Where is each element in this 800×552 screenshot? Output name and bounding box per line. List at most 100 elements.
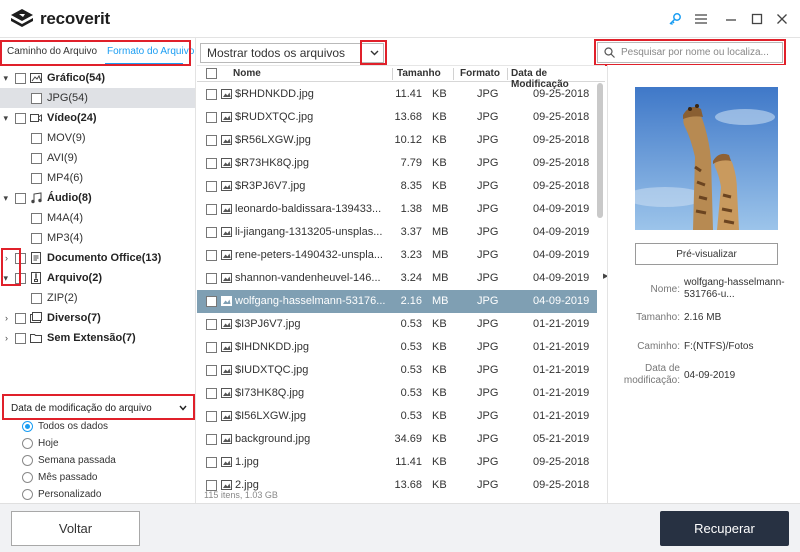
row-checkbox[interactable]: [206, 319, 217, 330]
tree-item[interactable]: JPG(54): [0, 88, 195, 108]
tree-checkbox[interactable]: [15, 252, 26, 264]
row-checkbox[interactable]: [206, 112, 217, 123]
tree-item[interactable]: MP4(6): [0, 168, 195, 188]
table-row[interactable]: background.jpg 34.69 KB JPG 05-21-2019: [197, 428, 597, 451]
table-row[interactable]: $R56LXGW.jpg 10.12 KB JPG 09-25-2018: [197, 129, 597, 152]
date-filter-option[interactable]: Hoje: [22, 435, 59, 451]
tree-checkbox[interactable]: [31, 232, 42, 244]
tree-item[interactable]: ▾ Áudio(8): [0, 188, 195, 208]
row-checkbox[interactable]: [206, 457, 217, 468]
file-list-scrollbar[interactable]: [597, 83, 603, 218]
table-row[interactable]: $RUDXTQC.jpg 13.68 KB JPG 09-25-2018: [197, 106, 597, 129]
table-row[interactable]: $R3PJ6V7.jpg 8.35 KB JPG 09-25-2018: [197, 175, 597, 198]
column-format[interactable]: Formato: [460, 68, 500, 79]
row-checkbox[interactable]: [206, 342, 217, 353]
column-size[interactable]: Tamanho: [397, 68, 441, 79]
date-filter-option[interactable]: Mês passado: [22, 469, 97, 485]
tree-item[interactable]: MOV(9): [0, 128, 195, 148]
tab-file-format[interactable]: Formato do Arquivo: [107, 46, 194, 57]
maximize-icon[interactable]: [748, 10, 766, 28]
chevron-down-icon[interactable]: ▾: [0, 193, 9, 204]
table-row[interactable]: 1.jpg 11.41 KB JPG 09-25-2018: [197, 451, 597, 474]
table-row[interactable]: rene-peters-1490432-unspla... 3.23 MB JPG 04…: [197, 244, 597, 267]
tree-item[interactable]: M4A(4): [0, 208, 195, 228]
back-button[interactable]: Voltar: [11, 511, 140, 546]
file-name: wolfgang-hasselmann-53176...: [235, 295, 385, 307]
tree-checkbox[interactable]: [31, 212, 42, 224]
tree-checkbox[interactable]: [15, 72, 26, 84]
tree-item[interactable]: › Diverso(7): [0, 308, 195, 328]
row-checkbox[interactable]: [206, 158, 217, 169]
chevron-right-icon[interactable]: ›: [0, 333, 9, 343]
tree-checkbox[interactable]: [31, 152, 42, 164]
table-row[interactable]: shannon-vandenheuvel-146... 3.24 MB JPG 04-0…: [197, 267, 597, 290]
table-row[interactable]: $I3PJ6V7.jpg 0.53 KB JPG 01-21-2019: [197, 313, 597, 336]
date-filter-dropdown[interactable]: Data de modificação do arquivo: [5, 397, 193, 419]
chevron-down-icon[interactable]: ▾: [0, 113, 9, 124]
chevron-right-icon[interactable]: ›: [0, 313, 9, 323]
table-row[interactable]: li-jiangang-1313205-unsplas... 3.37 MB JPG 0…: [197, 221, 597, 244]
tree-checkbox[interactable]: [31, 132, 42, 144]
key-icon[interactable]: [666, 10, 684, 28]
tree-item[interactable]: ▾ Vídeo(24): [0, 108, 195, 128]
tree-item[interactable]: ZIP(2): [0, 288, 195, 308]
row-checkbox[interactable]: [206, 89, 217, 100]
row-checkbox[interactable]: [206, 296, 217, 307]
table-row[interactable]: $I56LXGW.jpg 0.53 KB JPG 01-21-2019: [197, 405, 597, 428]
tree-checkbox[interactable]: [15, 192, 26, 204]
table-row[interactable]: $R73HK8Q.jpg 7.79 KB JPG 09-25-2018: [197, 152, 597, 175]
menu-icon[interactable]: [692, 10, 710, 28]
tree-item[interactable]: AVI(9): [0, 148, 195, 168]
tree-item[interactable]: ▾ Gráfico(54): [0, 68, 195, 88]
row-checkbox[interactable]: [206, 388, 217, 399]
tree-checkbox[interactable]: [31, 92, 42, 104]
tree-checkbox[interactable]: [31, 172, 42, 184]
table-row[interactable]: $IHDNKDD.jpg 0.53 KB JPG 01-21-2019: [197, 336, 597, 359]
row-checkbox[interactable]: [206, 250, 217, 261]
file-size-unit: KB: [432, 88, 447, 100]
date-filter-option[interactable]: Todos os dados: [22, 418, 108, 434]
show-files-select[interactable]: Mostrar todos os arquivos: [200, 43, 384, 63]
row-checkbox[interactable]: [206, 227, 217, 238]
radio-button[interactable]: [22, 471, 33, 483]
row-checkbox[interactable]: [206, 411, 217, 422]
tab-file-path[interactable]: Caminho do Arquivo: [7, 46, 97, 57]
row-checkbox[interactable]: [206, 135, 217, 146]
table-row[interactable]: $I73HK8Q.jpg 0.53 KB JPG 01-21-2019: [197, 382, 597, 405]
select-all-checkbox[interactable]: [206, 68, 217, 79]
tree-item[interactable]: › Sem Extensão(7): [0, 328, 195, 348]
date-filter-option[interactable]: Personalizado: [22, 486, 101, 502]
minimize-icon[interactable]: [722, 10, 740, 28]
radio-button[interactable]: [22, 454, 33, 466]
radio-button[interactable]: [22, 420, 33, 432]
close-icon[interactable]: [773, 10, 791, 28]
tree-item[interactable]: › Documento Office(13): [0, 248, 195, 268]
radio-button[interactable]: [22, 437, 33, 449]
table-row[interactable]: wolfgang-hasselmann-53176... 2.16 MB JPG 04-…: [197, 290, 597, 313]
tree-checkbox[interactable]: [15, 112, 26, 124]
tree-item[interactable]: ▾ Arquivo(2): [0, 268, 195, 288]
row-checkbox[interactable]: [206, 273, 217, 284]
chevron-right-icon[interactable]: ›: [0, 253, 9, 263]
table-row[interactable]: $RHDNKDD.jpg 11.41 KB JPG 09-25-2018: [197, 83, 597, 106]
chevron-down-icon[interactable]: ▾: [0, 273, 9, 284]
tree-checkbox[interactable]: [15, 312, 26, 324]
chevron-down-icon[interactable]: [364, 43, 384, 63]
date-filter-option[interactable]: Semana passada: [22, 452, 116, 468]
column-name[interactable]: Nome: [233, 68, 261, 79]
preview-button[interactable]: Pré-visualizar: [635, 243, 778, 265]
table-row[interactable]: leonardo-baldissara-139433... 1.38 MB JPG 04…: [197, 198, 597, 221]
radio-button[interactable]: [22, 488, 33, 500]
row-checkbox[interactable]: [206, 434, 217, 445]
tree-checkbox[interactable]: [31, 292, 42, 304]
tree-checkbox[interactable]: [15, 272, 26, 284]
search-input[interactable]: Pesquisar por nome ou localiza...: [597, 42, 783, 63]
row-checkbox[interactable]: [206, 181, 217, 192]
row-checkbox[interactable]: [206, 204, 217, 215]
row-checkbox[interactable]: [206, 365, 217, 376]
tree-checkbox[interactable]: [15, 332, 26, 344]
chevron-down-icon[interactable]: ▾: [0, 73, 9, 84]
recover-button[interactable]: Recuperar: [660, 511, 789, 546]
tree-item[interactable]: MP3(4): [0, 228, 195, 248]
table-row[interactable]: $IUDXTQC.jpg 0.53 KB JPG 01-21-2019: [197, 359, 597, 382]
